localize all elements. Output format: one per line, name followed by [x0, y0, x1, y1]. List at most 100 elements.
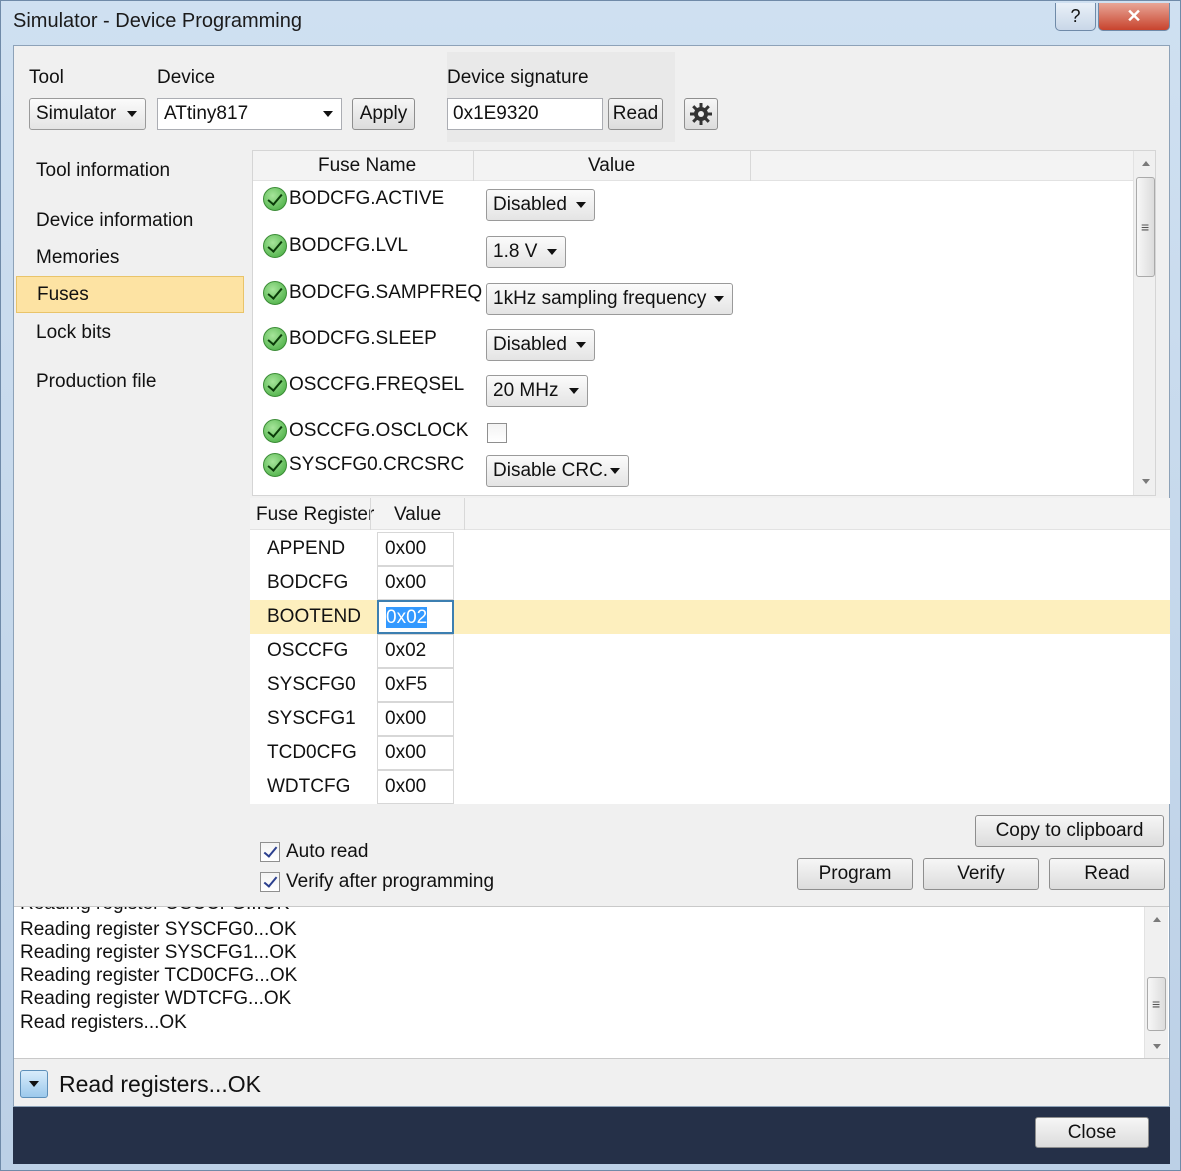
- column-divider: [370, 498, 371, 530]
- col-fuse-register: Fuse Register: [256, 504, 375, 525]
- log-scrollbar[interactable]: [1144, 907, 1168, 1058]
- register-value-field[interactable]: 0x00: [377, 566, 454, 600]
- register-row: BODCFG 0x00: [250, 566, 1170, 600]
- register-name: BOOTEND: [267, 606, 361, 627]
- register-value-field[interactable]: 0x00: [377, 702, 454, 736]
- device-select[interactable]: ATtiny817: [157, 98, 342, 130]
- nav-item-memories[interactable]: Memories: [16, 239, 244, 276]
- register-name: SYSCFG0: [267, 674, 356, 695]
- window-close-button[interactable]: ✕: [1098, 3, 1170, 31]
- settings-button[interactable]: [684, 98, 718, 130]
- read-signature-button[interactable]: Read: [608, 98, 663, 130]
- status-text: Read registers...OK: [59, 1071, 261, 1097]
- help-button[interactable]: ?: [1055, 3, 1096, 31]
- tool-select[interactable]: Simulator: [29, 98, 146, 130]
- column-divider: [464, 498, 465, 530]
- auto-read-checkbox[interactable]: [260, 842, 280, 862]
- nav-item-device-information[interactable]: Device information: [16, 202, 244, 239]
- register-row: TCD0CFG 0x00: [250, 736, 1170, 770]
- column-divider: [750, 151, 751, 181]
- register-row-selected: BOOTEND 0x02: [250, 600, 1170, 634]
- log-line: Reading register TCD0CFG...OK: [20, 965, 298, 986]
- register-value-field[interactable]: 0xF5: [377, 668, 454, 702]
- scroll-thumb[interactable]: [1136, 177, 1155, 277]
- register-name: OSCCFG: [267, 640, 349, 661]
- chevron-down-icon: [576, 202, 586, 208]
- program-button[interactable]: Program: [797, 858, 913, 890]
- nav-item-production-file[interactable]: Production file: [16, 363, 244, 400]
- log-line: Reading register SYSCFG0...OK: [20, 919, 297, 940]
- log-line: Reading register SYSCFG1...OK: [20, 942, 297, 963]
- col-register-value: Value: [394, 504, 442, 525]
- fuse-value-select[interactable]: Disable CRC.: [486, 455, 629, 487]
- device-label: Device: [157, 67, 216, 88]
- fuse-value-select[interactable]: 20 MHz: [486, 375, 588, 407]
- chevron-down-icon: [547, 249, 557, 255]
- ok-check-icon: [263, 281, 287, 305]
- scroll-up-icon[interactable]: [1153, 917, 1161, 922]
- apply-button[interactable]: Apply: [352, 98, 415, 130]
- scroll-thumb[interactable]: [1147, 977, 1166, 1031]
- register-value-field[interactable]: 0x02: [377, 600, 454, 634]
- gear-icon: [690, 103, 712, 125]
- register-value-field[interactable]: 0x00: [377, 770, 454, 804]
- fuse-value-select[interactable]: Disabled: [486, 329, 595, 361]
- verify-after-programming-checkbox[interactable]: [260, 872, 280, 892]
- read-button[interactable]: Read: [1049, 858, 1165, 890]
- auto-read-label[interactable]: Auto read: [286, 841, 368, 863]
- expand-log-button[interactable]: [20, 1070, 48, 1098]
- close-button[interactable]: Close: [1035, 1117, 1149, 1148]
- register-value-field[interactable]: 0x00: [377, 736, 454, 770]
- chevron-down-icon: [127, 111, 137, 117]
- fuse-grid: Fuse Name Value BODCFG.ACTIVE Disabled B…: [252, 150, 1156, 496]
- register-name: SYSCFG1: [267, 708, 356, 729]
- nav-item-lock-bits[interactable]: Lock bits: [16, 314, 244, 351]
- nav-item-tool-information[interactable]: Tool information: [16, 152, 244, 189]
- ok-check-icon: [263, 327, 287, 351]
- fuse-row: OSCCFG.FREQSEL 20 MHz: [253, 367, 1155, 407]
- ok-check-icon: [263, 234, 287, 258]
- chevron-down-icon: [323, 111, 333, 117]
- fuse-row: BODCFG.ACTIVE Disabled: [253, 181, 1155, 221]
- fuse-value-select[interactable]: Disabled: [486, 189, 595, 221]
- fuse-name: OSCCFG.OSCLOCK: [289, 420, 469, 441]
- register-row: OSCCFG 0x02: [250, 634, 1170, 668]
- verify-button[interactable]: Verify: [923, 858, 1039, 890]
- register-grid-header: Fuse Register Value: [250, 498, 1170, 530]
- verify-after-programming-label[interactable]: Verify after programming: [286, 871, 494, 893]
- fuse-row: BODCFG.LVL 1.8 V: [253, 228, 1155, 268]
- dialog-window: Simulator - Device Programming ? ✕ Tool …: [0, 0, 1181, 1171]
- fuse-name: BODCFG.SAMPFREQ: [289, 282, 483, 303]
- copy-to-clipboard-button[interactable]: Copy to clipboard: [975, 815, 1164, 847]
- scroll-up-icon[interactable]: [1142, 161, 1150, 166]
- chevron-down-icon: [610, 468, 620, 474]
- register-value-field[interactable]: 0x02: [377, 634, 454, 668]
- fuse-value-checkbox[interactable]: [487, 423, 507, 443]
- fuse-value-select[interactable]: 1kHz sampling frequency: [486, 283, 733, 315]
- register-name: APPEND: [267, 538, 346, 559]
- output-log: Reading register OSCCFG...OK Reading reg…: [14, 906, 1169, 1059]
- fuse-grid-scrollbar[interactable]: [1133, 151, 1155, 495]
- fuse-row: SYSCFG0.CRCSRC Disable CRC.: [253, 447, 1155, 487]
- scroll-down-icon[interactable]: [1153, 1044, 1161, 1049]
- ok-check-icon: [263, 187, 287, 211]
- column-divider: [473, 151, 474, 181]
- nav-item-fuses[interactable]: Fuses: [16, 276, 244, 313]
- fuse-name: OSCCFG.FREQSEL: [289, 374, 465, 395]
- signature-field[interactable]: 0x1E9320: [447, 98, 603, 130]
- register-value-field[interactable]: 0x00: [377, 532, 454, 566]
- fuse-row: BODCFG.SAMPFREQ 1kHz sampling frequency: [253, 275, 1155, 315]
- chevron-down-icon: [569, 388, 579, 394]
- ok-check-icon: [263, 373, 287, 397]
- ok-check-icon: [263, 453, 287, 477]
- signature-label: Device signature: [447, 67, 589, 88]
- log-line: Reading register OSCCFG...OK: [20, 907, 289, 915]
- selected-text: 0x02: [386, 607, 428, 628]
- fuse-value: 1.8 V: [493, 241, 538, 262]
- window-title: Simulator - Device Programming: [13, 10, 302, 32]
- scroll-down-icon[interactable]: [1142, 479, 1150, 484]
- fuse-value-select[interactable]: 1.8 V: [486, 236, 566, 268]
- chevron-down-icon: [576, 342, 586, 348]
- fuse-register-grid: Fuse Register Value APPEND 0x00 BODCFG 0…: [250, 498, 1170, 804]
- register-row: SYSCFG1 0x00: [250, 702, 1170, 736]
